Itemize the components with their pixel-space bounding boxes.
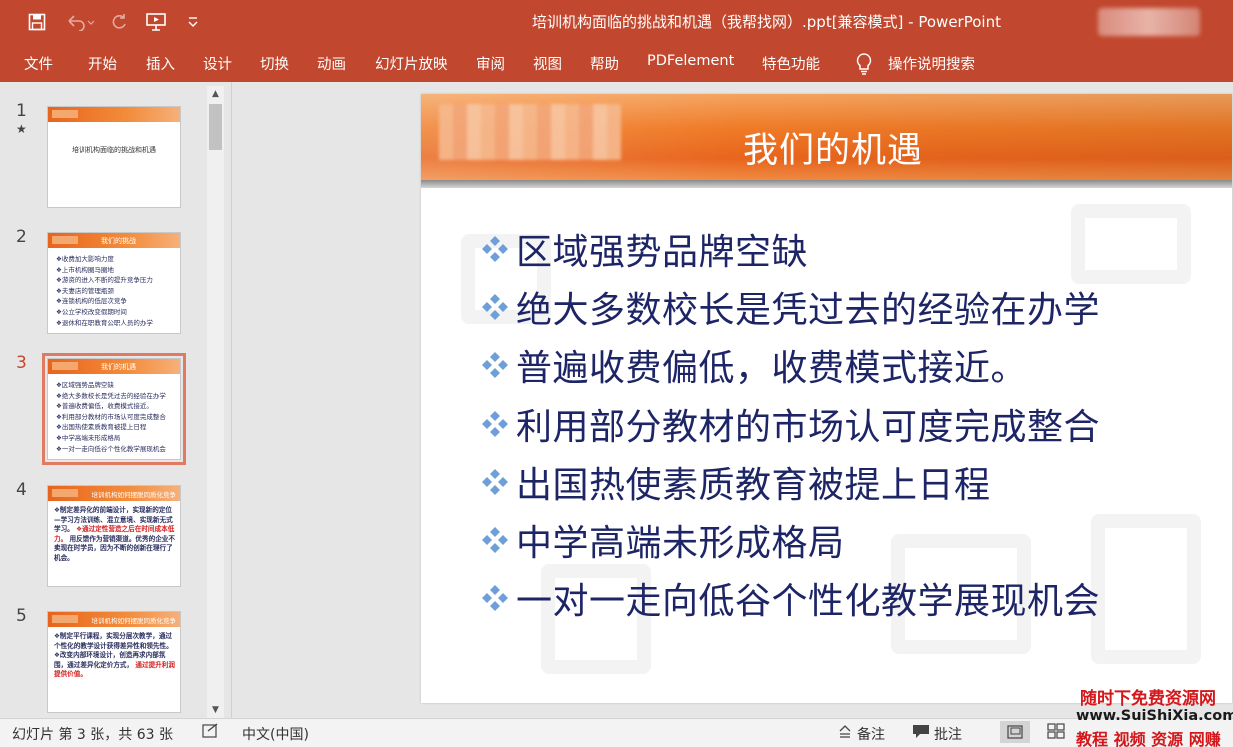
notes-icon[interactable] <box>837 723 853 743</box>
bullet-item: 一对一走向低谷个性化教学展现机会 <box>479 569 1100 627</box>
watermark-line-2: www.SuiShiXia.com <box>1076 708 1233 724</box>
bullet-item: 区域强势品牌空缺 <box>479 220 1100 278</box>
tab-view[interactable]: 视图 <box>533 53 562 74</box>
diamond-bullet-icon <box>482 468 508 495</box>
notes-button[interactable]: 备注 <box>857 724 885 744</box>
language-status[interactable]: 中文(中国) <box>242 724 309 744</box>
bullet-text: 利用部分教材的市场认可度完成整合 <box>516 406 1101 448</box>
normal-view-icon[interactable] <box>1000 721 1030 743</box>
animation-star-icon: ★ <box>16 122 27 136</box>
diamond-bullet-icon <box>482 236 508 263</box>
tab-special-features[interactable]: 特色功能 <box>762 53 820 74</box>
title-bar: 培训机构面临的挑战和机遇（我帮找网）.ppt[兼容模式] - PowerPoin… <box>0 0 1233 44</box>
comments-icon[interactable] <box>912 723 930 743</box>
bullet-text: 出国热使素质教育被提上日程 <box>516 464 991 506</box>
bullet-item: 普遍收费偏低，收费模式接近。 <box>479 336 1100 394</box>
tab-review[interactable]: 审阅 <box>476 53 505 74</box>
bullet-text: 普遍收费偏低，收费模式接近。 <box>516 348 1028 390</box>
tab-pdfelement[interactable]: PDFelement <box>647 53 734 69</box>
slide-title[interactable]: 我们的机遇 <box>743 122 923 173</box>
spelling-check-icon[interactable] <box>202 723 220 743</box>
thumbnail-number: 4 <box>16 480 27 500</box>
bullet-item: 出国热使素质教育被提上日程 <box>479 453 1100 511</box>
slide-thumbnail-5[interactable]: 培训机构如何摆脱同质化竞争 ❖制定平行课程，实现分层次教学，通过个性化的教学设计… <box>47 611 181 713</box>
scrollbar-thumb[interactable] <box>209 104 222 150</box>
bullet-text: 中学高端未形成格局 <box>516 523 845 565</box>
thumbnail-title: 培训机构面临的挑战和机遇 <box>72 146 156 154</box>
diamond-bullet-icon <box>482 527 508 554</box>
slide-thumbnail-2[interactable]: 我们的挑战 ❖收费加大影响力度 ❖上市机构圈马圈地 ❖游资的进入不断的提升竞争压力 ❖… <box>47 232 181 334</box>
window-title: 培训机构面临的挑战和机遇（我帮找网）.ppt[兼容模式] - PowerPoin… <box>532 13 1001 31</box>
tab-file[interactable]: 文件 <box>24 53 53 74</box>
slide-thumbnail-3[interactable]: 我们的机遇 ❖区域强势品牌空缺 ❖绝大多数校长是凭过去的经验在办学 ❖普遍收费偏低，… <box>42 353 186 465</box>
comments-button[interactable]: 批注 <box>934 724 962 744</box>
tab-design[interactable]: 设计 <box>203 53 232 74</box>
diamond-bullet-icon <box>482 410 508 437</box>
scroll-up-icon[interactable]: ▲ <box>207 86 224 102</box>
thumbnail-number: 1 <box>16 101 27 121</box>
bullet-text: 绝大多数校长是凭过去的经验在办学 <box>516 290 1101 332</box>
thumbnail-number: 3 <box>16 353 27 373</box>
lightbulb-icon <box>855 52 873 80</box>
tab-slideshow[interactable]: 幻灯片放映 <box>375 53 448 74</box>
tab-animations[interactable]: 动画 <box>317 53 346 74</box>
bullet-text: 区域强势品牌空缺 <box>516 232 809 274</box>
scroll-down-icon[interactable]: ▼ <box>207 702 224 718</box>
account-avatar[interactable] <box>1098 8 1200 36</box>
status-bar: 幻灯片 第 3 张，共 63 张 中文(中国) 备注 批注 <box>0 718 1233 747</box>
header-divider <box>421 180 1232 188</box>
bullet-text: 一对一走向低谷个性化教学展现机会 <box>516 581 1101 623</box>
slide-bullet-list[interactable]: 区域强势品牌空缺 绝大多数校长是凭过去的经验在办学 普遍收费偏低，收费模式接近。… <box>479 220 1100 627</box>
diamond-bullet-icon <box>482 294 508 321</box>
bullet-item: 利用部分教材的市场认可度完成整合 <box>479 395 1100 453</box>
tell-me-search[interactable]: 操作说明搜索 <box>888 53 975 74</box>
thumbnail-number: 2 <box>16 227 27 247</box>
tab-help[interactable]: 帮助 <box>590 53 619 74</box>
slide-count-status: 幻灯片 第 3 张，共 63 张 <box>12 727 173 743</box>
bullet-item: 中学高端未形成格局 <box>479 511 1100 569</box>
thumbnail-number: 5 <box>16 606 27 626</box>
bullet-item: 绝大多数校长是凭过去的经验在办学 <box>479 278 1100 336</box>
tab-transitions[interactable]: 切换 <box>260 53 289 74</box>
watermark-line-3: 教程 视频 资源 网赚 <box>1076 730 1221 747</box>
watermark-line-1: 随时下免费资源网 <box>1080 689 1216 709</box>
slide-sorter-icon[interactable] <box>1047 723 1065 743</box>
diamond-bullet-icon <box>482 352 508 379</box>
tab-insert[interactable]: 插入 <box>146 53 175 74</box>
blurred-logo <box>439 104 621 160</box>
slide-canvas[interactable]: 我们的机遇 区域强势品牌空缺 绝大多数校长是凭过去的经验在办学 普遍收费偏低，收… <box>421 94 1232 703</box>
diamond-bullet-icon <box>482 585 508 612</box>
tab-home[interactable]: 开始 <box>88 53 117 74</box>
slide-thumbnail-1[interactable]: 培训机构面临的挑战和机遇 <box>47 106 181 208</box>
site-watermark: 随时下免费资源网 www.SuiShiXia.com 教程 视频 资源 网赚 <box>1074 684 1233 747</box>
ribbon-tabs: 文件 开始 插入 设计 切换 动画 幻灯片放映 审阅 视图 帮助 PDFelem… <box>0 44 1233 82</box>
thumbnail-scrollbar[interactable]: ▲ ▼ <box>207 86 224 718</box>
background-pattern <box>1091 514 1201 664</box>
slide-thumbnail-4[interactable]: 培训机构如何摆脱同质化竞争 ❖制定差异化的前端设计，实现新的定位—学习方法训练、… <box>47 485 181 587</box>
